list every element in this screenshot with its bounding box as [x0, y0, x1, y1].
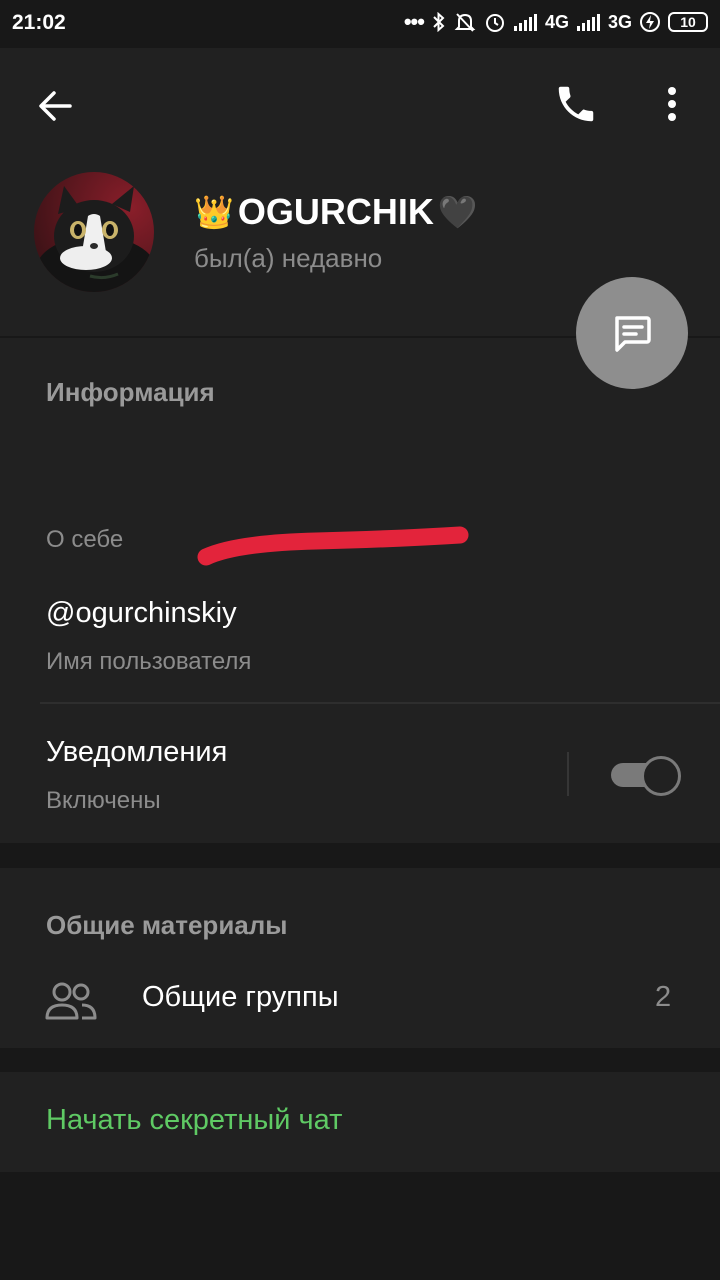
status-time: 21:02 — [12, 11, 66, 34]
signal-icon-2 — [576, 13, 600, 31]
last-seen-status: был(а) недавно — [194, 243, 383, 273]
network-type-2: 3G — [607, 11, 632, 32]
bell-off-icon — [454, 13, 476, 32]
phone-icon[interactable] — [553, 81, 599, 127]
back-arrow-icon[interactable] — [36, 86, 76, 126]
profile-name: 👑 OGURCHIK 🖤 — [194, 191, 478, 233]
crown-emoji: 👑 — [194, 194, 234, 230]
status-bar: 21:02 ••• 4G 3G 10 — [0, 0, 720, 48]
username-value[interactable]: @ogurchinskiy — [46, 597, 237, 630]
bluetooth-icon — [433, 12, 445, 32]
network-type-1: 4G — [544, 11, 569, 32]
notification-dots: ••• — [403, 9, 425, 34]
notifications-toggle[interactable] — [609, 755, 681, 796]
start-secret-chat-button[interactable]: Начать секретный чат — [46, 1104, 342, 1137]
battery-icon: 10 — [668, 12, 708, 32]
bio-caption: О себе — [46, 526, 124, 553]
notifications-label[interactable]: Уведомления — [46, 736, 227, 769]
more-vertical-icon[interactable] — [660, 84, 684, 124]
shared-groups-count: 2 — [655, 981, 672, 1013]
shared-media-section — [0, 868, 720, 1048]
divider — [40, 702, 720, 704]
status-icons: ••• 4G 3G 10 — [404, 11, 708, 33]
toggle-knob — [641, 756, 681, 796]
send-message-button[interactable] — [576, 277, 688, 389]
shared-groups-label[interactable]: Общие группы — [142, 981, 339, 1014]
avatar[interactable] — [34, 172, 154, 292]
notifications-value: Включены — [46, 787, 161, 814]
red-underline-annotation — [197, 526, 469, 566]
alarm-icon — [485, 14, 504, 32]
chat-icon — [615, 316, 651, 352]
cat-photo — [34, 172, 154, 292]
info-section-title: Информация — [46, 377, 215, 407]
charging-icon — [640, 12, 660, 32]
username-caption: Имя пользователя — [46, 648, 252, 675]
black-heart-emoji: 🖤 — [437, 194, 478, 230]
signal-icon — [513, 13, 537, 31]
groups-icon — [45, 982, 97, 1020]
shared-section-title: Общие материалы — [46, 910, 288, 940]
profile-name-text: OGURCHIK — [237, 191, 434, 232]
vertical-separator — [567, 752, 569, 796]
